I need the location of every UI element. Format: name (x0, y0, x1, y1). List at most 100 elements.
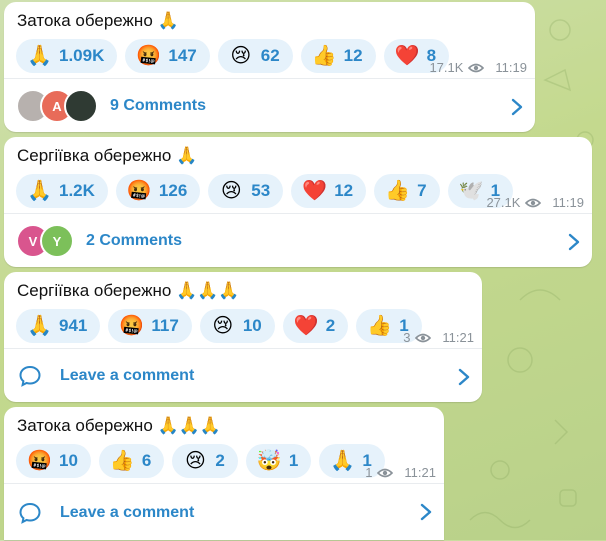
reaction-count: 126 (158, 181, 188, 200)
reaction-count: 10 (242, 316, 262, 335)
mind-blown-emoji-icon: 🤯 (256, 450, 282, 472)
reaction-angry-button[interactable]: 🤬 147 (125, 39, 210, 73)
eye-icon (415, 333, 432, 342)
message-text: Сергіївка обережно 🙏🙏🙏 (17, 281, 240, 300)
message-meta: 3 11:21 (403, 330, 474, 345)
pray-emoji-icon: 🙏 (27, 45, 52, 67)
reactions-bar: 🙏 1.09K 🤬 147 😢 62 👍 12 ❤️ 8 (16, 39, 450, 73)
thumbs-up-emoji-icon: 👍 (109, 450, 135, 472)
reaction-cry-button[interactable]: 😢 2 (172, 444, 238, 478)
reaction-count: 53 (251, 181, 271, 200)
eye-icon (468, 63, 485, 72)
chevron-right-icon (568, 233, 580, 251)
heart-emoji-icon: ❤️ (293, 315, 319, 337)
commenter-avatars: A (16, 89, 98, 123)
angry-emoji-icon: 🤬 (136, 45, 162, 67)
message-meta: 27.1K 11:19 (486, 195, 584, 210)
reaction-count: 1.09K (59, 46, 105, 65)
comments-button[interactable]: V Y 2 Comments (4, 213, 592, 268)
pray-emoji-icon: 🙏 (330, 450, 356, 472)
message-meta: 17.1K 11:19 (429, 60, 527, 75)
message-text: Затока обережно 🙏🙏🙏 (17, 416, 221, 435)
cry-emoji-icon: 😢 (220, 180, 242, 202)
cry-emoji-icon: 😢 (230, 45, 252, 67)
pray-emoji-icon: 🙏 (27, 180, 52, 202)
reactions-bar: 🙏 1.2K 🤬 126 😢 53 ❤️ 12 👍 7 🕊️ 1 (16, 174, 514, 208)
view-count: 27.1K (486, 195, 521, 210)
reaction-count: 2 (325, 316, 336, 335)
cry-emoji-icon: 😢 (184, 450, 206, 472)
thumbs-up-emoji-icon: 👍 (385, 180, 411, 202)
reactions-bar: 🙏 941 🤬 117 😢 10 ❤️ 2 👍 1 (16, 309, 422, 343)
reaction-count: 2 (215, 451, 225, 470)
message-bubble[interactable]: Затока обережно 🙏 🙏 1.09K 🤬 147 😢 62 👍 12 ❤️… (4, 2, 535, 132)
comment-bubble-icon (19, 365, 41, 387)
reaction-count: 941 (59, 316, 88, 335)
reactions-bar: 🤬 10 👍 6 😢 2 🤯 1 🙏 1 (16, 444, 385, 478)
reaction-angry-button[interactable]: 🤬 126 (115, 174, 201, 208)
thumbs-up-emoji-icon: 👍 (367, 315, 393, 337)
leave-comment-button[interactable]: Leave a comment (4, 483, 444, 541)
reaction-count: 6 (141, 451, 152, 470)
reaction-cry-button[interactable]: 😢 53 (208, 174, 284, 208)
avatar: Y (40, 224, 74, 258)
reaction-count: 12 (334, 181, 354, 200)
comments-count-label: 9 Comments (110, 97, 207, 114)
reaction-count: 62 (260, 46, 280, 65)
reaction-count: 10 (59, 451, 78, 470)
message-time: 11:19 (552, 195, 584, 210)
dove-emoji-icon: 🕊️ (458, 180, 484, 202)
leave-comment-label: Leave a comment (60, 367, 195, 384)
leave-comment-button[interactable]: Leave a comment (4, 348, 482, 403)
reaction-thumbsup-button[interactable]: 👍 12 (300, 39, 376, 73)
reaction-pray-button[interactable]: 🙏 1.09K (16, 39, 118, 73)
reaction-count: 117 (151, 316, 179, 335)
chevron-right-icon (511, 98, 523, 116)
pray-emoji-icon: 🙏 (27, 315, 52, 337)
message-bubble[interactable]: Сергіївка обережно 🙏🙏🙏 🙏 941 🤬 117 😢 10 ❤️ 2… (4, 272, 482, 402)
angry-emoji-icon: 🤬 (119, 315, 145, 337)
view-count: 1 (365, 465, 373, 480)
reaction-angry-button[interactable]: 🤬 117 (108, 309, 192, 343)
angry-emoji-icon: 🤬 (126, 180, 152, 202)
reaction-cry-button[interactable]: 😢 62 (217, 39, 293, 73)
cry-emoji-icon: 😢 (212, 315, 234, 337)
reaction-mindblown-button[interactable]: 🤯 1 (245, 444, 312, 478)
reaction-thumbsup-button[interactable]: 👍 6 (98, 444, 165, 478)
comment-bubble-icon (19, 502, 41, 524)
reaction-count: 12 (343, 46, 363, 65)
angry-emoji-icon: 🤬 (27, 450, 52, 472)
message-time: 11:21 (442, 330, 474, 345)
message-meta: 1 11:21 (365, 465, 436, 480)
avatar (64, 89, 98, 123)
leave-comment-label: Leave a comment (60, 503, 195, 521)
comments-count-label: 2 Comments (86, 232, 183, 249)
message-time: 11:19 (495, 60, 527, 75)
commenter-avatars: V Y (16, 224, 74, 258)
chevron-right-icon (458, 368, 470, 386)
reaction-pray-button[interactable]: 🙏 941 (16, 309, 101, 343)
comments-button[interactable]: A 9 Comments (4, 78, 535, 133)
message-bubble[interactable]: Сергіївка обережно 🙏 🙏 1.2K 🤬 126 😢 53 ❤️ 12… (4, 137, 592, 267)
reaction-count: 147 (168, 46, 197, 65)
reaction-heart-button[interactable]: ❤️ 2 (282, 309, 349, 343)
reaction-pray-button[interactable]: 🙏 1.2K (16, 174, 108, 208)
view-count: 3 (403, 330, 411, 345)
message-text: Сергіївка обережно 🙏 (17, 146, 198, 165)
eye-icon (377, 468, 394, 477)
view-count: 17.1K (429, 60, 464, 75)
message-time: 11:21 (404, 465, 436, 480)
thumbs-up-emoji-icon: 👍 (311, 45, 337, 67)
reaction-heart-button[interactable]: ❤️ 12 (291, 174, 367, 208)
message-text: Затока обережно 🙏 (17, 11, 179, 30)
reaction-count: 1.2K (59, 181, 95, 200)
reaction-count: 1 (288, 451, 299, 470)
reaction-angry-button[interactable]: 🤬 10 (16, 444, 91, 478)
chevron-right-icon (420, 503, 432, 521)
message-bubble[interactable]: Затока обережно 🙏🙏🙏 🤬 10 👍 6 😢 2 🤯 1 🙏 1 1 11… (4, 407, 444, 540)
reaction-count: 7 (417, 181, 427, 200)
reaction-thumbsup-button[interactable]: 👍 7 (374, 174, 440, 208)
heart-emoji-icon: ❤️ (302, 180, 328, 202)
eye-icon (525, 198, 542, 207)
reaction-cry-button[interactable]: 😢 10 (199, 309, 275, 343)
